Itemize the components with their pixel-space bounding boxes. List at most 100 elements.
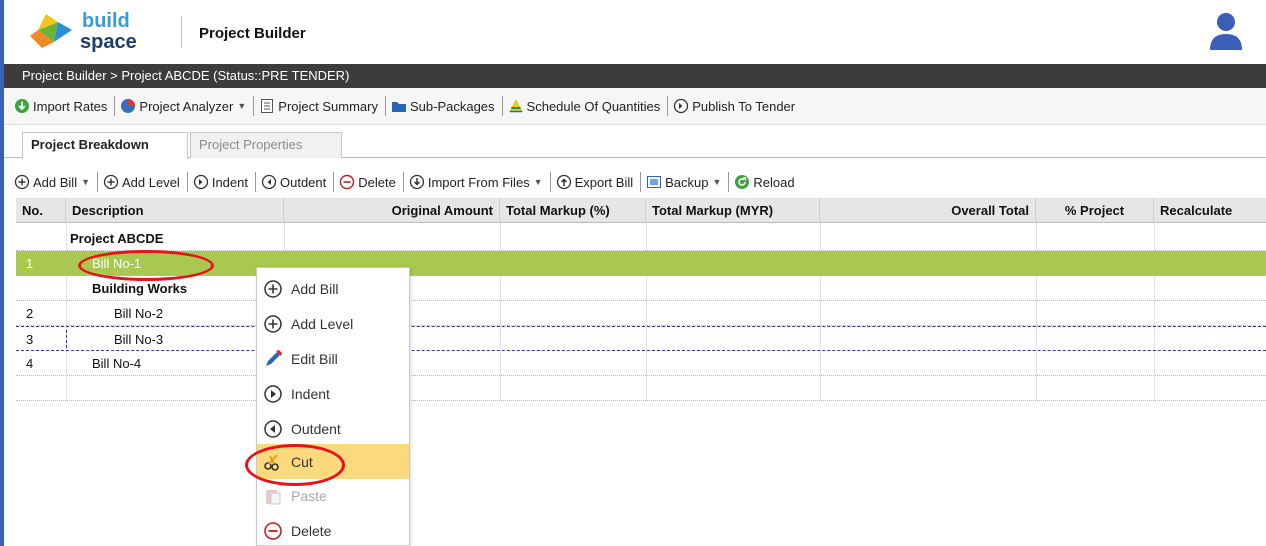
plus-circle-icon [103, 174, 119, 190]
upload-circle-icon [556, 174, 572, 190]
chevron-down-icon: ▼ [237, 101, 247, 111]
project-analyzer-button[interactable]: Project Analyzer ▼ [116, 94, 252, 118]
backup-icon [646, 174, 662, 190]
app-header: build space Project Builder [4, 0, 1266, 64]
column-header-recalculate[interactable]: Recalculate [1154, 198, 1266, 223]
plus-circle-icon [263, 314, 283, 334]
download-circle-icon [409, 174, 425, 190]
bill-grid: No. Description Original Amount Total Ma… [16, 198, 1266, 546]
chevron-down-icon: ▼ [533, 177, 543, 187]
app-title: Project Builder [199, 25, 306, 42]
row-number: 4 [26, 356, 34, 371]
chevron-down-icon: ▼ [712, 177, 722, 187]
column-header-percent-project[interactable]: % Project [1036, 198, 1154, 223]
import-from-files-button[interactable]: Import From Files ▼ [405, 170, 549, 194]
schedule-of-quantities-button[interactable]: Schedule Of Quantities [504, 94, 667, 118]
row-number [24, 276, 64, 301]
pyramid-icon [508, 98, 524, 114]
project-summary-button[interactable]: Project Summary [255, 94, 384, 118]
minus-circle-icon [263, 521, 283, 541]
menu-item-label: Delete [291, 522, 332, 539]
outdent-button[interactable]: Outdent [257, 170, 332, 194]
reload-icon [734, 174, 750, 190]
pencil-icon [263, 349, 283, 369]
menu-item-label: Outdent [291, 420, 341, 437]
document-list-icon [259, 98, 275, 114]
column-header-original-amount[interactable]: Original Amount [284, 198, 500, 223]
menu-item-label: Paste [291, 487, 327, 504]
plus-circle-icon [263, 279, 283, 299]
arrow-left-circle-icon [261, 174, 277, 190]
column-header-no[interactable]: No. [16, 198, 66, 223]
indent-label: Indent [211, 174, 248, 190]
header-divider [181, 16, 182, 48]
import-rates-label: Import Rates [33, 98, 108, 114]
buildspace-logo: build space [28, 8, 168, 53]
toolbar-separator [402, 172, 404, 192]
column-header-total-markup-percent[interactable]: Total Markup (%) [500, 198, 646, 223]
add-level-button[interactable]: Add Level [99, 170, 186, 194]
publish-to-tender-button[interactable]: Publish To Tender [669, 94, 801, 118]
add-bill-label: Add Bill [33, 174, 78, 190]
reload-button[interactable]: Reload [730, 170, 800, 194]
add-bill-button[interactable]: Add Bill ▼ [10, 170, 96, 194]
reload-label: Reload [753, 174, 795, 190]
toolbar-separator [667, 96, 669, 116]
export-bill-button[interactable]: Export Bill [552, 170, 640, 194]
user-avatar-icon[interactable] [1208, 10, 1244, 50]
menu-item-edit-bill[interactable]: Edit Bill [257, 341, 409, 376]
app-window: build space Project Builder Project Buil… [0, 0, 1266, 546]
delete-label: Delete [358, 174, 396, 190]
menu-item-indent[interactable]: Indent [257, 376, 409, 411]
logo-build-text: build [82, 10, 130, 32]
chevron-down-icon: ▼ [81, 177, 90, 187]
column-header-overall-total[interactable]: Overall Total [820, 198, 1036, 223]
menu-item-outdent[interactable]: Outdent [257, 411, 409, 446]
table-row[interactable]: 2 Bill No-2 [16, 301, 1266, 326]
toolbar-separator [253, 96, 255, 116]
arrow-left-circle-icon [263, 419, 283, 439]
row-number: 3 [26, 332, 34, 347]
main-toolbar: Import Rates Project Analyzer ▼ Project … [4, 88, 1266, 125]
toolbar-separator [640, 172, 642, 192]
column-header-total-markup-myr[interactable]: Total Markup (MYR) [646, 198, 820, 223]
row-description: Bill No-4 [92, 356, 142, 371]
column-header-description[interactable]: Description [66, 198, 284, 223]
context-menu: Add Bill Add Level Edit Bill Indent Outd… [256, 267, 410, 546]
plus-circle-icon [14, 174, 30, 190]
minus-circle-icon [339, 174, 355, 190]
backup-button[interactable]: Backup ▼ [642, 170, 727, 194]
annotation-circle-cut [245, 444, 345, 486]
table-row-empty[interactable] [16, 376, 1266, 401]
grid-header-row: No. Description Original Amount Total Ma… [16, 198, 1266, 223]
delete-button[interactable]: Delete [335, 170, 402, 194]
toolbar-separator [728, 172, 730, 192]
logo-space-text: space [80, 31, 137, 52]
sub-packages-label: Sub-Packages [409, 98, 495, 114]
import-rates-button[interactable]: Import Rates [10, 94, 113, 118]
tab-project-breakdown[interactable]: Project Breakdown [22, 132, 188, 159]
menu-item-add-level[interactable]: Add Level [257, 306, 409, 341]
menu-item-delete[interactable]: Delete [257, 513, 409, 546]
table-row-cut[interactable]: 3 Bill No-3 [16, 326, 1266, 351]
publish-to-tender-label: Publish To Tender [692, 98, 796, 114]
menu-item-label: Edit Bill [291, 350, 338, 367]
menu-item-add-bill[interactable]: Add Bill [257, 271, 409, 306]
indent-button[interactable]: Indent [189, 170, 254, 194]
row-number: 1 [26, 256, 34, 271]
toolbar-separator [501, 96, 503, 116]
arrow-right-circle-icon [673, 98, 689, 114]
table-row[interactable]: Project ABCDE [16, 226, 1266, 251]
schedule-of-quantities-label: Schedule Of Quantities [526, 98, 661, 114]
tab-project-properties[interactable]: Project Properties [190, 132, 342, 158]
table-row[interactable]: Building Works [16, 276, 1266, 301]
outdent-label: Outdent [279, 174, 327, 190]
project-analyzer-label: Project Analyzer [139, 98, 234, 114]
sub-packages-button[interactable]: Sub-Packages [387, 94, 501, 118]
bill-toolbar: Add Bill ▼ Add Level Indent Outdent Dele… [4, 168, 1266, 196]
annotation-circle-bill-no-1 [78, 250, 214, 281]
table-row[interactable]: 4 Bill No-4 [16, 351, 1266, 376]
backup-label: Backup [665, 174, 709, 190]
row-description: Project ABCDE [70, 231, 164, 246]
toolbar-separator [97, 172, 98, 192]
